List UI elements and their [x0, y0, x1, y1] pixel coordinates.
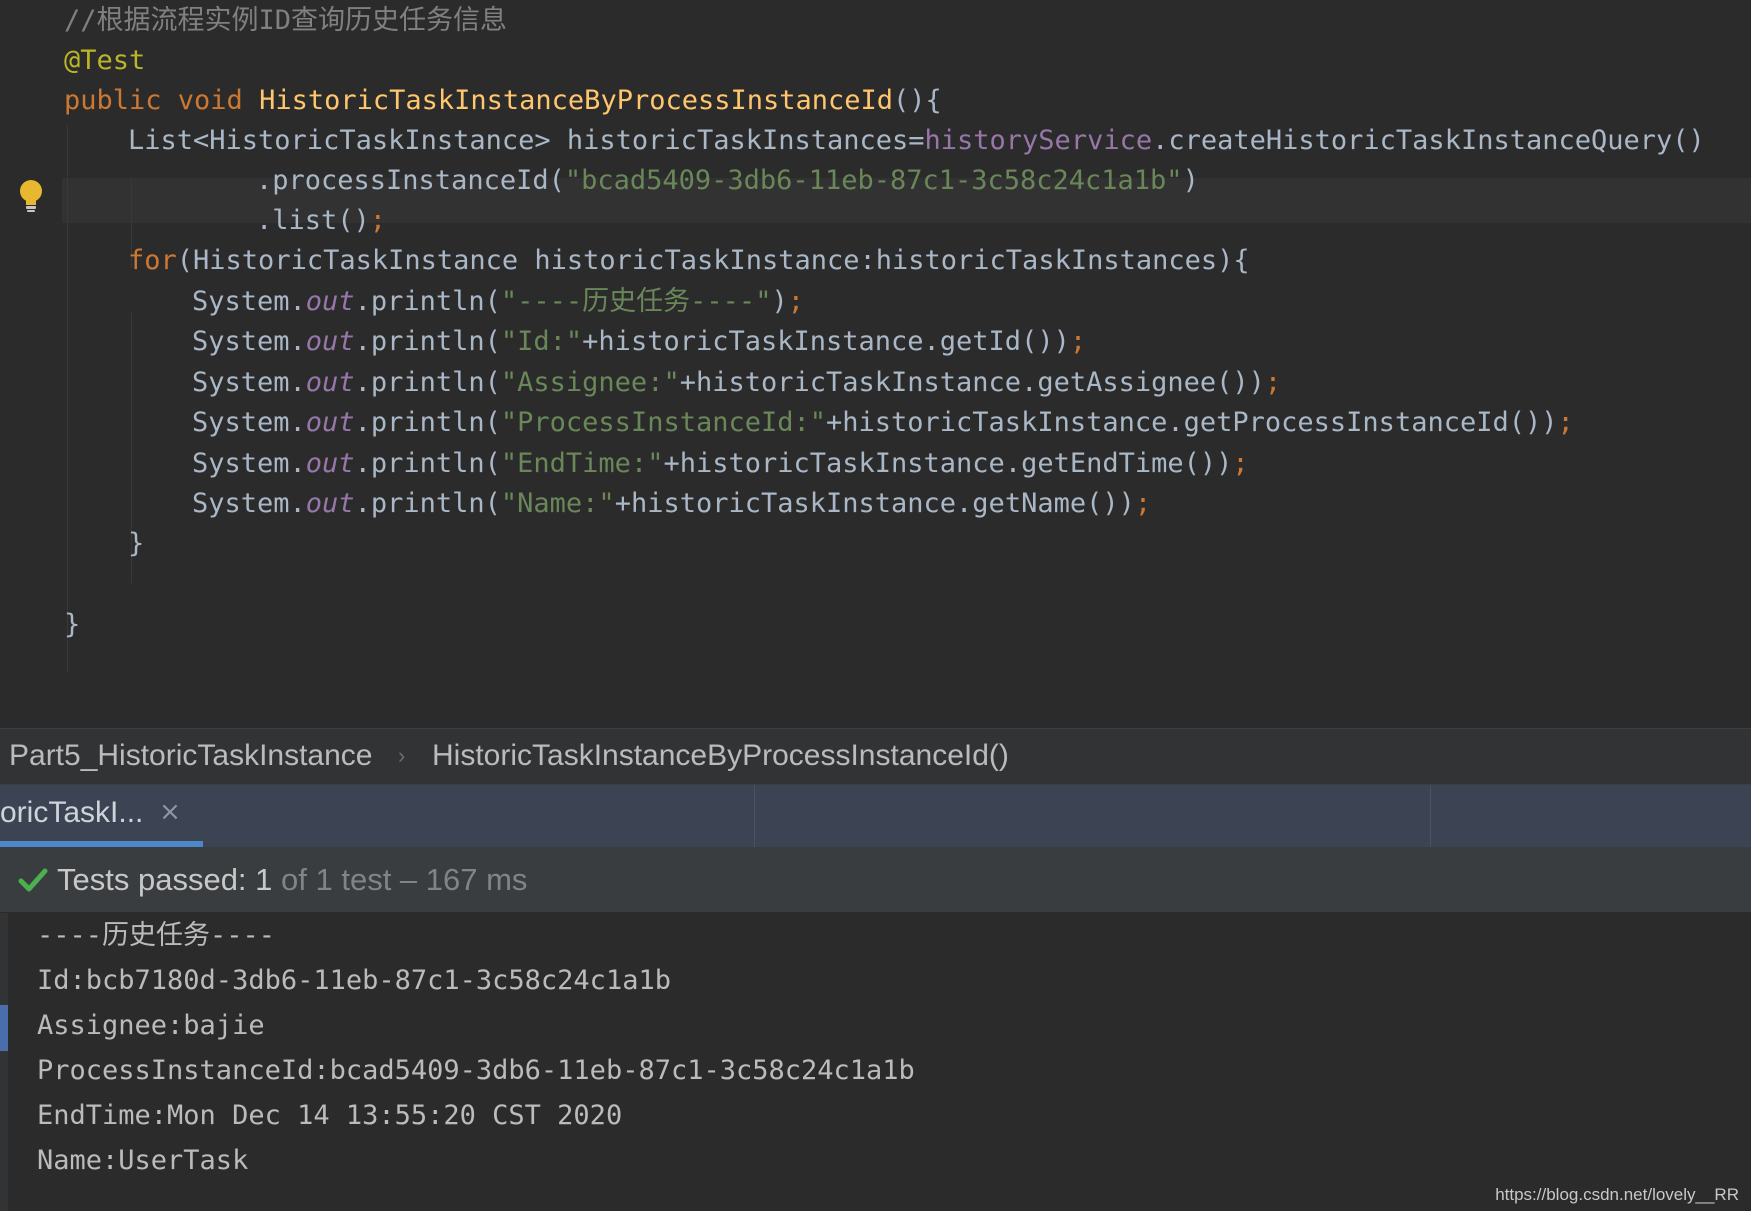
code-token: +historicTaskInstance.getAssignee()) [679, 367, 1265, 398]
code-token: ) [1182, 165, 1199, 196]
breadcrumb: Part5_HistoricTaskInstance › HistoricTas… [0, 728, 1751, 785]
indent-guide [67, 125, 68, 673]
code-line[interactable]: System.out.println("----历史任务----"); [192, 279, 804, 324]
code-token: System. [192, 326, 306, 357]
code-line[interactable]: List<HistoricTaskInstance> historicTaskI… [128, 118, 1705, 163]
breadcrumb-class[interactable]: Part5_HistoricTaskInstance [9, 729, 373, 783]
check-icon [18, 868, 48, 892]
code-token: .println( [354, 286, 501, 317]
console-line: ProcessInstanceId:bcad5409-3db6-11eb-87c… [37, 1055, 915, 1086]
code-token: System. [192, 286, 306, 317]
code-token: .println( [354, 407, 501, 438]
close-icon[interactable]: × [158, 799, 182, 825]
console-line: Name:UserTask [37, 1145, 249, 1176]
code-line[interactable]: System.out.println("ProcessInstanceId:"+… [192, 400, 1574, 445]
code-line[interactable]: //根据流程实例ID查询历史任务信息 [64, 0, 507, 43]
run-tab[interactable]: oricTaskI... × [0, 785, 203, 847]
run-tabs-bar: oricTaskI... × [0, 785, 1751, 847]
test-status-text: Tests passed: 1 of 1 test – 167 ms [57, 847, 527, 912]
code-line[interactable]: public void HistoricTaskInstanceByProces… [64, 78, 942, 123]
code-line[interactable]: System.out.println("Assignee:"+historicT… [192, 360, 1281, 405]
code-token: +historicTaskInstance.getEndTime()) [663, 448, 1233, 479]
code-token: .println( [354, 326, 501, 357]
code-token: ) [771, 286, 788, 317]
code-token: out [305, 326, 355, 357]
code-token: .list() [256, 205, 370, 236]
code-token: out [305, 448, 355, 479]
code-token: ; [1232, 448, 1249, 479]
code-token: "Name:" [500, 488, 615, 519]
code-token: "Id:" [500, 326, 583, 357]
ide-window: //根据流程实例ID查询历史任务信息 @Test public void Histo… [0, 0, 1751, 1211]
console-gutter [0, 913, 8, 1211]
code-token: } [64, 609, 81, 640]
code-token: +historicTaskInstance.getName()) [614, 488, 1135, 519]
console-marker [0, 1005, 8, 1051]
code-token: } [128, 528, 145, 559]
code-token: "bcad5409-3db6-11eb-87c1-3c58c24c1a1b" [564, 165, 1183, 196]
code-line[interactable]: System.out.println("EndTime:"+historicTa… [192, 441, 1249, 486]
code-token: System. [192, 367, 306, 398]
console-line: Id:bcb7180d-3db6-11eb-87c1-3c58c24c1a1b [37, 965, 671, 996]
code-token: //根据流程实例ID查询历史任务信息 [64, 5, 508, 36]
tab-divider [754, 785, 755, 847]
code-token: out [305, 286, 355, 317]
code-token: historyService [924, 125, 1153, 156]
code-line[interactable]: } [64, 602, 80, 647]
code-token: List<HistoricTaskInstance> historicTaskI… [128, 125, 925, 156]
code-token: out [305, 407, 355, 438]
code-token: ; [1264, 367, 1282, 398]
code-token: @Test [64, 45, 146, 76]
code-token: ; [1134, 488, 1152, 519]
code-line[interactable]: } [128, 521, 144, 566]
code-line[interactable]: @Test [64, 38, 145, 83]
code-token: ; [369, 205, 387, 236]
code-token: .println( [354, 448, 501, 479]
code-line[interactable]: .list(); [256, 198, 386, 243]
code-line[interactable]: System.out.println("Name:"+historicTaskI… [192, 481, 1151, 526]
breadcrumb-separator: › [398, 743, 406, 768]
code-token: .println( [354, 367, 501, 398]
code-token: "EndTime:" [500, 448, 664, 479]
code-token: System. [192, 407, 306, 438]
code-token: ; [787, 286, 804, 317]
code-token: .processInstanceId( [256, 165, 565, 196]
code-line[interactable]: .processInstanceId("bcad5409-3db6-11eb-8… [256, 158, 1199, 203]
code-token: +historicTaskInstance.getId()) [582, 326, 1070, 357]
code-token: System. [192, 488, 306, 519]
code-token: (HistoricTaskInstance historicTaskInstan… [176, 245, 1250, 276]
code-line[interactable]: for(HistoricTaskInstance historicTaskIns… [128, 238, 1250, 283]
code-token: public void [64, 85, 260, 116]
console-line: Assignee:bajie [37, 1010, 265, 1041]
code-token: out [305, 488, 355, 519]
code-editor[interactable]: //根据流程实例ID查询历史任务信息 @Test public void Histo… [0, 0, 1751, 728]
code-token: "Assignee:" [500, 367, 680, 398]
console-line: EndTime:Mon Dec 14 13:55:20 CST 2020 [37, 1100, 623, 1131]
code-token: out [305, 367, 355, 398]
lightbulb-icon[interactable] [16, 178, 46, 214]
code-token: "ProcessInstanceId:" [500, 407, 826, 438]
console-line: ----历史任务---- [37, 920, 276, 951]
code-token: for [128, 245, 177, 276]
code-token: +historicTaskInstance.getProcessInstance… [826, 407, 1558, 438]
watermark: https://blog.csdn.net/lovely__RR [1495, 1185, 1739, 1204]
editor-gutter[interactable] [0, 0, 62, 728]
code-token: HistoricTaskInstanceByProcessInstanceId [259, 85, 894, 116]
tests-summary-label: of 1 test – 167 ms [272, 862, 528, 897]
code-token: ; [1069, 326, 1087, 357]
code-token: (){ [893, 85, 942, 116]
code-token: .createHistoricTaskInstanceQuery() [1152, 125, 1705, 156]
code-token: "----历史任务----" [500, 286, 772, 317]
console-output[interactable]: ----历史任务---- Id:bcb7180d-3db6-11eb-87c1-… [0, 913, 1751, 1211]
code-line[interactable]: System.out.println("Id:"+historicTaskIns… [192, 319, 1086, 364]
code-token: .println( [354, 488, 501, 519]
tests-passed-label: Tests passed: 1 [57, 862, 273, 897]
code-token: ; [1557, 407, 1574, 438]
run-tab-label: oricTaskI... [0, 796, 144, 829]
breadcrumb-method[interactable]: HistoricTaskInstanceByProcessInstanceId(… [432, 729, 1009, 783]
code-token: System. [192, 448, 306, 479]
tab-divider [1430, 785, 1431, 847]
test-status-bar: Tests passed: 1 of 1 test – 167 ms [0, 847, 1751, 913]
